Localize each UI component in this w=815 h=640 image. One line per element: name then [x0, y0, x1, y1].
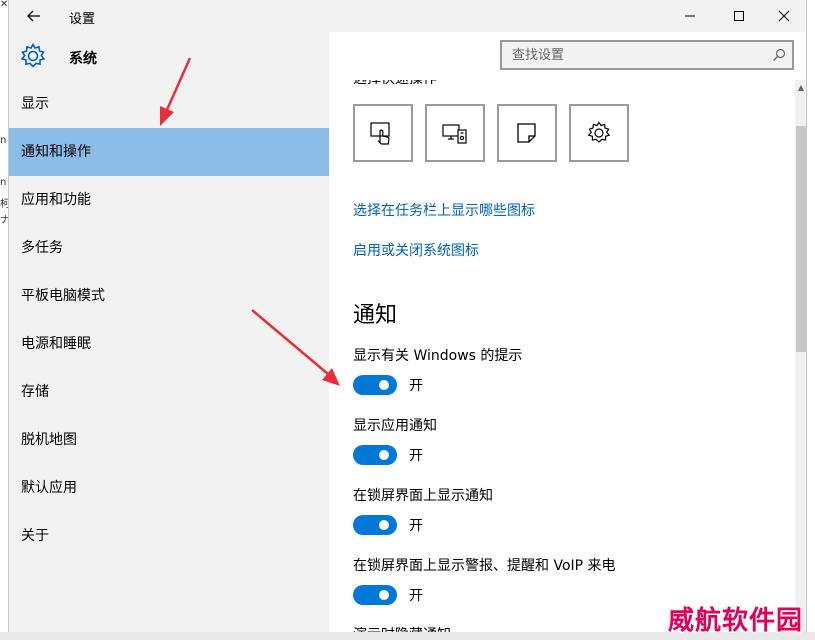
section-title: 系统: [69, 51, 97, 67]
search-box: [500, 40, 794, 70]
quick-action-tablet-mode[interactable]: [353, 104, 413, 162]
setting-windows-tips: 显示有关 Windows 的提示 开: [353, 345, 522, 395]
close-button[interactable]: [761, 0, 806, 32]
quick-action-settings[interactable]: [569, 104, 629, 162]
setting-label: 在锁屏界面上显示通知: [353, 488, 493, 504]
notifications-heading: 通知: [353, 303, 398, 328]
sidebar-item-offline-maps[interactable]: 脱机地图: [9, 416, 329, 464]
desktop-background-left: ✕ n n 柯 ナ: [0, 0, 10, 640]
back-button[interactable]: [19, 4, 49, 28]
app-notifications-toggle[interactable]: [353, 445, 397, 465]
setting-app-notifications: 显示应用通知 开: [353, 415, 437, 465]
watermark-logo: 威航软件园: [668, 606, 804, 636]
settings-gear-icon: [587, 121, 611, 143]
window-title: 设置: [69, 12, 96, 27]
content-pane: 选择快速操作: [329, 80, 795, 632]
section-header: 系统: [9, 32, 329, 80]
toggle-state-label: 开: [409, 448, 423, 464]
taskbar-icons-link[interactable]: 选择在任务栏上显示哪些图标: [353, 200, 535, 220]
system-gear-icon: [20, 42, 46, 68]
minimize-icon: [685, 15, 695, 17]
sidebar: 系统 显示 通知和操作 应用和功能 多任务 平板电脑模式 电源和睡眠 存储 脱机…: [9, 32, 329, 632]
sidebar-item-default-apps[interactable]: 默认应用: [9, 464, 329, 512]
search-input[interactable]: [502, 46, 766, 64]
quick-actions-row: [353, 104, 629, 162]
sidebar-item-apps[interactable]: 应用和功能: [9, 176, 329, 224]
scrollbar[interactable]: ▲: [795, 80, 806, 632]
setting-label: 在锁屏界面上显示警报、提醒和 VoIP 来电: [353, 558, 616, 574]
system-icons-link[interactable]: 启用或关闭系统图标: [353, 240, 479, 260]
scroll-up-icon[interactable]: ▲: [795, 80, 806, 94]
search-icon[interactable]: [766, 42, 792, 68]
hide-notifications-label: 演示时隐藏通知: [353, 624, 451, 632]
back-arrow-icon: [27, 10, 40, 22]
toggle-state-label: 开: [409, 518, 423, 534]
lockscreen-notifications-toggle[interactable]: [353, 515, 397, 535]
settings-window: 设置 系统 显示 通知和操作 应用和功能 多任务 平板电脑模式 电源和睡眠 存储…: [8, 0, 807, 632]
sidebar-nav: 显示 通知和操作 应用和功能 多任务 平板电脑模式 电源和睡眠 存储 脱机地图 …: [9, 80, 329, 560]
sidebar-item-storage[interactable]: 存储: [9, 368, 329, 416]
sidebar-item-multitasking[interactable]: 多任务: [9, 224, 329, 272]
setting-label: 显示有关 Windows 的提示: [353, 348, 523, 364]
quick-actions-heading: 选择快速操作: [353, 80, 437, 88]
maximize-icon: [734, 11, 744, 21]
minimize-button[interactable]: [667, 0, 713, 32]
lockscreen-alarms-toggle[interactable]: [353, 585, 397, 605]
tablet-mode-icon: [370, 122, 390, 145]
setting-lockscreen-notifications: 在锁屏界面上显示通知 开: [353, 485, 493, 535]
note-icon: [517, 123, 536, 143]
sidebar-item-notifications[interactable]: 通知和操作: [9, 128, 329, 176]
sidebar-item-display[interactable]: 显示: [9, 80, 329, 128]
close-icon: [778, 10, 790, 22]
windows-tips-toggle[interactable]: [353, 375, 397, 395]
setting-label: 显示应用通知: [353, 418, 437, 434]
maximize-button[interactable]: [716, 0, 762, 32]
connect-display-icon: [442, 124, 467, 144]
quick-action-connect[interactable]: [425, 104, 485, 162]
quick-action-note[interactable]: [497, 104, 557, 162]
sidebar-item-tablet-mode[interactable]: 平板电脑模式: [9, 272, 329, 320]
toggle-state-label: 开: [409, 378, 423, 394]
title-bar: 设置: [9, 0, 806, 32]
sidebar-item-power[interactable]: 电源和睡眠: [9, 320, 329, 368]
setting-lockscreen-alarms: 在锁屏界面上显示警报、提醒和 VoIP 来电 开: [353, 555, 616, 605]
scroll-thumb[interactable]: [796, 126, 806, 352]
toggle-state-label: 开: [409, 588, 423, 604]
sidebar-item-about[interactable]: 关于: [9, 512, 329, 560]
